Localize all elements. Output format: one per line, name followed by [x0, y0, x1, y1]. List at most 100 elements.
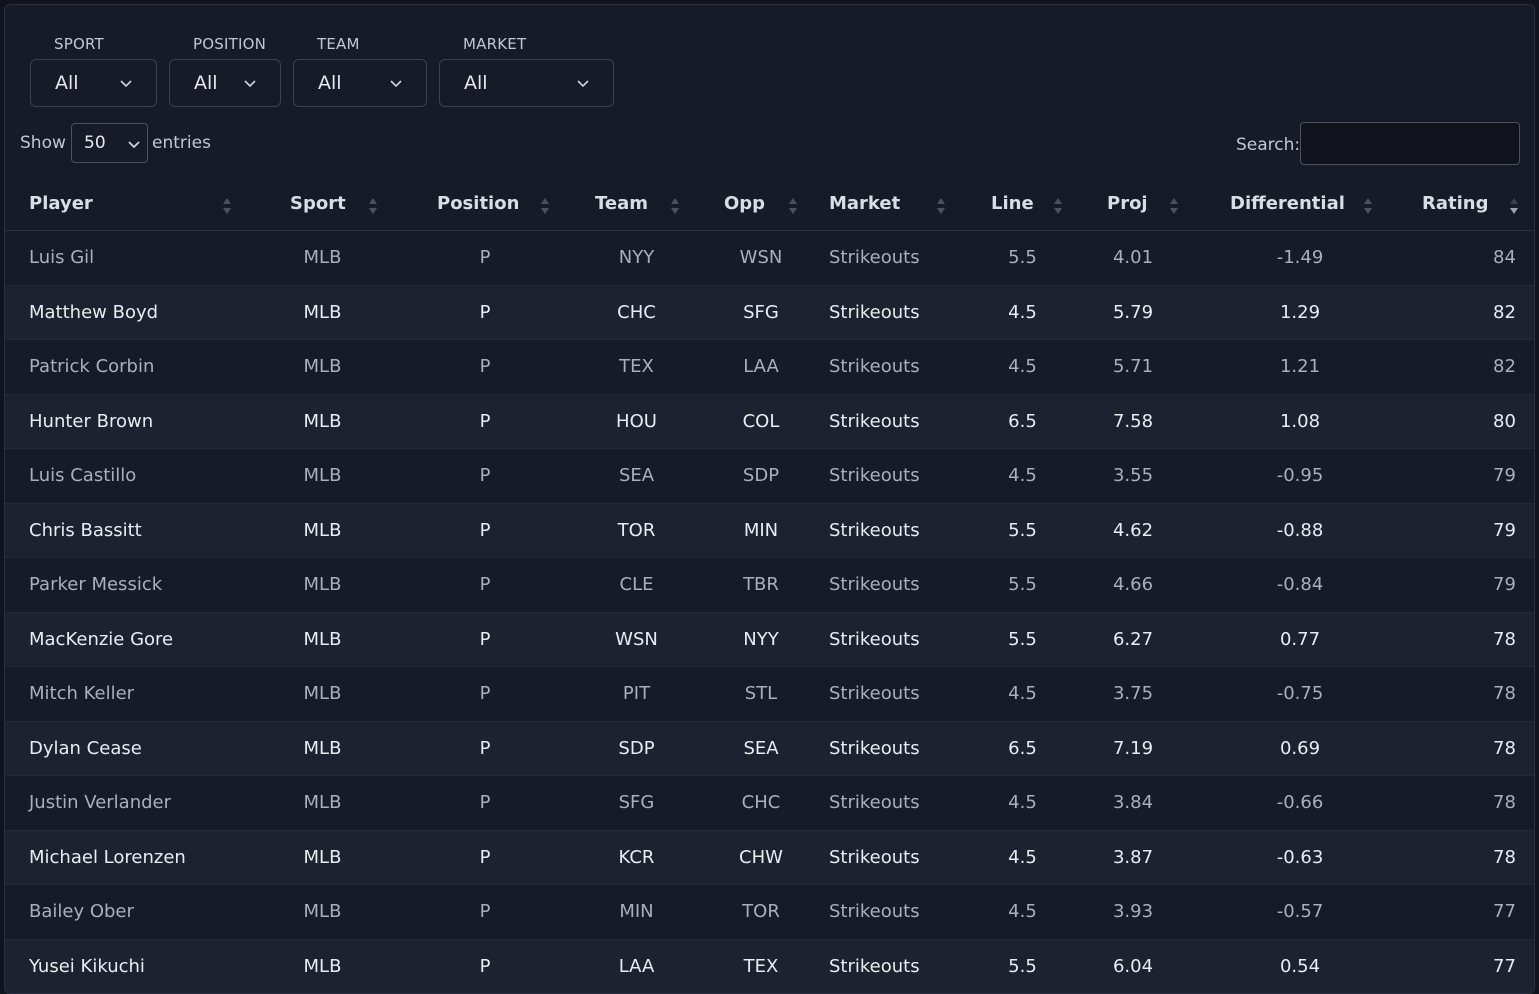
- table-header-row: Player Sport Position Team Opp Market Li…: [5, 177, 1534, 231]
- team-select[interactable]: All: [293, 59, 427, 107]
- column-header-label: Sport: [290, 193, 346, 214]
- cell-proj: 3.93: [1071, 884, 1187, 940]
- table-row[interactable]: Chris Bassitt MLB P TOR MIN Strikeouts 5.5 4.62…: [5, 503, 1534, 558]
- cell-player: Hunter Brown: [5, 394, 245, 449]
- column-header-sport[interactable]: Sport: [245, 177, 400, 231]
- cell-market: Strikeouts: [819, 612, 944, 667]
- cell-player: Parker Messick: [5, 557, 245, 613]
- table-row[interactable]: Patrick Corbin MLB P TEX LAA Strikeouts 4.5 5.7…: [5, 339, 1534, 395]
- table-row[interactable]: Justin Verlander MLB P SFG CHC Strikeouts 4.5 3…: [5, 775, 1534, 831]
- cell-rating: 79: [1385, 557, 1534, 613]
- cell-team: HOU: [570, 394, 703, 449]
- table-row[interactable]: Dylan Cease MLB P SDP SEA Strikeouts 6.5 7.19 0.…: [5, 721, 1534, 776]
- column-header-label: Differential: [1230, 193, 1345, 214]
- entries-select[interactable]: 50: [71, 123, 148, 163]
- cell-opp: MIN: [703, 503, 819, 558]
- cell-market: Strikeouts: [819, 884, 944, 940]
- table-row[interactable]: Bailey Ober MLB P MIN TOR Strikeouts 4.5 3.93 -0…: [5, 884, 1534, 940]
- sport-select[interactable]: All: [30, 59, 157, 107]
- table-row[interactable]: Matthew Boyd MLB P CHC SFG Strikeouts 4.5 5.79 1…: [5, 285, 1534, 340]
- column-header-market[interactable]: Market: [819, 177, 945, 231]
- market-select[interactable]: All: [439, 59, 614, 107]
- position-filter: POSITION All: [169, 33, 281, 107]
- cell-line: 4.5: [944, 339, 1071, 395]
- cell-sport: MLB: [245, 884, 400, 940]
- chevron-down-icon: [577, 80, 589, 88]
- table-row[interactable]: Luis Gil MLB P NYY WSN Strikeouts 5.5 4.01 -1.49…: [5, 230, 1534, 286]
- cell-team: SDP: [570, 721, 703, 776]
- cell-team: CHC: [570, 285, 703, 340]
- cell-rating: 78: [1385, 721, 1534, 776]
- search-input[interactable]: [1300, 122, 1520, 165]
- cell-line: 4.5: [944, 884, 1071, 940]
- cell-position: P: [400, 448, 570, 504]
- table-row[interactable]: Michael Lorenzen MLB P KCR CHW Strikeouts 4.5 3…: [5, 830, 1534, 885]
- props-table: Player Sport Position Team Opp Market Li…: [5, 177, 1534, 993]
- cell-differential: 1.29: [1187, 285, 1385, 340]
- cell-proj: 3.55: [1071, 448, 1187, 504]
- table-row[interactable]: Mitch Keller MLB P PIT STL Strikeouts 4.5 3.75-…: [5, 666, 1534, 722]
- column-header-label: Opp: [724, 193, 766, 214]
- cell-player: Yusei Kikuchi: [5, 939, 245, 993]
- table-row[interactable]: Parker Messick MLB P CLE TBR Strikeouts 5.5 4.6…: [5, 557, 1534, 613]
- market-filter: MARKET All: [439, 33, 614, 107]
- cell-market: Strikeouts: [819, 448, 944, 504]
- cell-position: P: [400, 884, 570, 940]
- cell-position: P: [400, 830, 570, 885]
- cell-rating: 77: [1385, 939, 1534, 993]
- cell-market: Strikeouts: [819, 775, 944, 831]
- cell-player: Patrick Corbin: [5, 339, 245, 395]
- cell-market: Strikeouts: [819, 339, 944, 395]
- table-row[interactable]: Yusei Kikuchi MLB P LAA TEX Strikeouts 5.5 6.04…: [5, 939, 1534, 993]
- table-row[interactable]: Luis Castillo MLB P SEA SDP Strikeouts 4.5 3.55…: [5, 448, 1534, 504]
- column-header-label: Player: [29, 193, 93, 214]
- position-select[interactable]: All: [169, 59, 281, 107]
- column-header-position[interactable]: Position: [400, 177, 570, 231]
- cell-proj: 4.66: [1071, 557, 1187, 613]
- cell-market: Strikeouts: [819, 939, 944, 993]
- cell-differential: -0.88: [1187, 503, 1385, 558]
- cell-proj: 3.87: [1071, 830, 1187, 885]
- cell-line: 5.5: [944, 230, 1071, 286]
- sort-arrows-icon: [223, 198, 231, 214]
- column-header-proj[interactable]: Proj: [1071, 177, 1187, 231]
- column-header-label: Rating: [1422, 193, 1489, 214]
- table-row[interactable]: MacKenzie Gore MLB P WSN NYY Strikeouts 5.5 6.2…: [5, 612, 1534, 667]
- cell-player: Chris Bassitt: [5, 503, 245, 558]
- column-header-rating[interactable]: Rating: [1385, 177, 1534, 231]
- cell-line: 6.5: [944, 721, 1071, 776]
- cell-rating: 82: [1385, 285, 1534, 340]
- cell-differential: -0.63: [1187, 830, 1385, 885]
- cell-team: PIT: [570, 666, 703, 722]
- column-header-player[interactable]: Player: [5, 177, 245, 231]
- cell-differential: -1.49: [1187, 230, 1385, 286]
- column-header-line[interactable]: Line: [944, 177, 1071, 231]
- cell-opp: CHW: [703, 830, 819, 885]
- cell-team: CLE: [570, 557, 703, 613]
- cell-line: 5.5: [944, 557, 1071, 613]
- cell-sport: MLB: [245, 448, 400, 504]
- cell-position: P: [400, 394, 570, 449]
- column-header-label: Market: [829, 193, 901, 214]
- cell-player: Justin Verlander: [5, 775, 245, 831]
- cell-differential: -0.84: [1187, 557, 1385, 613]
- cell-position: P: [400, 339, 570, 395]
- column-header-team[interactable]: Team: [570, 177, 703, 231]
- cell-position: P: [400, 775, 570, 831]
- sort-descending-icon: [1510, 198, 1518, 214]
- column-header-opp[interactable]: Opp: [703, 177, 819, 231]
- position-select-value: All: [194, 72, 218, 94]
- column-header-differential[interactable]: Differential: [1187, 177, 1385, 231]
- cell-rating: 80: [1385, 394, 1534, 449]
- cell-opp: SFG: [703, 285, 819, 340]
- cell-market: Strikeouts: [819, 394, 944, 449]
- column-header-label: Position: [437, 193, 520, 214]
- cell-position: P: [400, 666, 570, 722]
- cell-rating: 82: [1385, 339, 1534, 395]
- sport-filter: SPORT All: [30, 33, 157, 107]
- cell-team: TEX: [570, 339, 703, 395]
- cell-position: P: [400, 230, 570, 286]
- cell-sport: MLB: [245, 230, 400, 286]
- cell-player: Luis Gil: [5, 230, 245, 286]
- table-row[interactable]: Hunter Brown MLB P HOU COL Strikeouts 6.5 7.58 1…: [5, 394, 1534, 449]
